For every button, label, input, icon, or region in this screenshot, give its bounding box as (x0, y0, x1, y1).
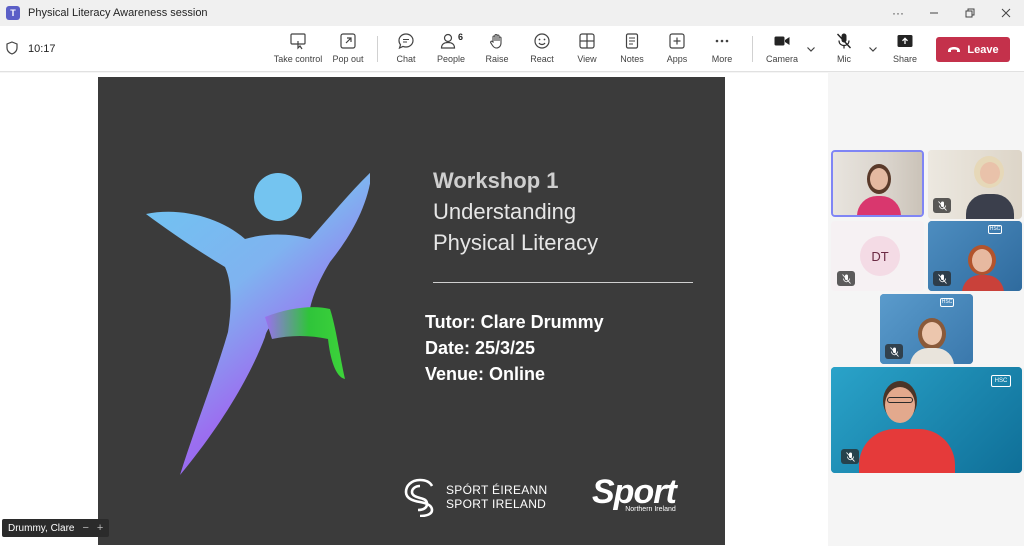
raise-hand-icon (490, 33, 502, 49)
slide-tutor: Tutor: Clare Drummy (425, 312, 604, 332)
more-icon[interactable]: ··· (880, 0, 916, 26)
mic-off-icon (937, 273, 947, 284)
leave-label: Leave (967, 43, 999, 56)
physical-literacy-figure-logo (146, 172, 370, 475)
teams-icon: T (6, 6, 20, 20)
sport-ni-logo: Sport Northern Ireland (592, 473, 677, 513)
muted-indicator (933, 271, 951, 286)
share-icon (897, 35, 913, 47)
hang-up-icon (948, 46, 961, 52)
meeting-toolbar: 10:17 Take control Pop out Chat 6 People… (0, 26, 1024, 72)
people-button[interactable]: 6 People (425, 32, 477, 64)
pop-out-icon (340, 33, 356, 49)
window-controls: ··· (880, 0, 1024, 26)
participant-gallery: DT HSC HSC HSC (828, 73, 1024, 546)
participant-face (980, 162, 1000, 184)
participant-tile[interactable]: DT (831, 221, 924, 291)
slide-title-line1: Workshop 1 (433, 168, 559, 193)
hsc-logo: HSC (991, 375, 1011, 387)
hsc-logo: HSC (940, 298, 954, 307)
chat-icon (398, 33, 414, 50)
slide-title-line3: Physical Literacy (433, 230, 599, 255)
camera-icon (774, 36, 790, 46)
meeting-timer: 10:17 (28, 43, 56, 55)
mic-off-icon (841, 273, 851, 284)
people-count-badge: 6 (457, 32, 463, 42)
sport-ireland-english-text: SPORT IRELAND (446, 497, 547, 511)
muted-indicator (885, 344, 903, 359)
camera-options-chevron-down-icon[interactable] (806, 44, 816, 54)
participant-body (859, 429, 955, 473)
participant-tile[interactable] (928, 150, 1022, 219)
sport-ireland-irish-text: SPÓRT ÉIREANN (446, 483, 548, 497)
plus-icon[interactable]: + (97, 522, 103, 534)
muted-indicator (933, 198, 951, 213)
avatar-initials: DT (871, 248, 889, 264)
take-control-icon (290, 33, 306, 50)
toolbar-divider (752, 36, 753, 62)
apps-icon (669, 33, 685, 49)
pop-out-button[interactable]: Pop out (322, 32, 374, 64)
slide-venue: Venue: Online (425, 364, 546, 384)
participant-tile[interactable]: HSC (928, 221, 1022, 291)
people-icon (440, 33, 456, 49)
mic-button[interactable]: Mic (818, 32, 870, 64)
mic-off-icon (937, 200, 947, 211)
slide-title-line2: Understanding (433, 199, 577, 224)
slide-date: Date: 25/3/25 (425, 338, 536, 358)
mic-options-chevron-down-icon[interactable] (868, 44, 878, 54)
muted-indicator (837, 271, 855, 286)
participant-tile[interactable]: HSC (831, 367, 1022, 473)
sport-ni-wordmark: Sport (592, 473, 677, 511)
title-bar: T Physical Literacy Awareness session ··… (0, 0, 1024, 26)
share-button[interactable]: Share (879, 32, 931, 64)
close-icon[interactable] (988, 0, 1024, 26)
presenter-name-tag[interactable]: Drummy, Clare − + (2, 519, 110, 537)
slide-details: Tutor: Clare Drummy Date: 25/3/25 Venue:… (425, 309, 604, 387)
participant-body (966, 194, 1014, 219)
participant-glasses (887, 397, 913, 403)
avatar: DT (860, 236, 900, 276)
window-title: Physical Literacy Awareness session (28, 7, 208, 19)
shared-slide: Workshop 1 Understanding Physical Litera… (98, 77, 725, 545)
view-icon (579, 33, 595, 49)
more-icon (715, 39, 729, 43)
participant-tile[interactable] (831, 150, 924, 217)
toolbar-divider (377, 36, 378, 62)
leave-button[interactable]: Leave (936, 37, 1010, 62)
shield-icon (6, 41, 18, 55)
presenter-name: Drummy, Clare (8, 522, 75, 534)
react-icon (534, 33, 550, 49)
minus-icon[interactable]: − (82, 522, 88, 534)
hsc-logo: HSC (988, 225, 1002, 234)
participant-face (922, 322, 942, 345)
sport-ireland-logo: SPÓRT ÉIREANN SPORT IRELAND (402, 477, 547, 517)
slide-title: Workshop 1 Understanding Physical Litera… (433, 165, 598, 258)
mic-off-icon (889, 346, 899, 357)
slide-divider (433, 282, 693, 283)
notes-icon (625, 33, 639, 49)
participant-face (885, 387, 915, 423)
more-button[interactable]: More (696, 32, 748, 64)
mic-off-icon (836, 33, 852, 49)
participant-face (972, 249, 992, 272)
participant-tile[interactable]: HSC (880, 294, 973, 364)
sport-ireland-emblem-icon (404, 478, 434, 517)
muted-indicator (841, 449, 859, 464)
restore-icon[interactable] (952, 0, 988, 26)
camera-button[interactable]: Camera (756, 32, 808, 64)
participant-face (870, 168, 888, 190)
take-control-button[interactable]: Take control (272, 32, 324, 64)
minimize-icon[interactable] (916, 0, 952, 26)
mic-off-icon (845, 451, 855, 462)
